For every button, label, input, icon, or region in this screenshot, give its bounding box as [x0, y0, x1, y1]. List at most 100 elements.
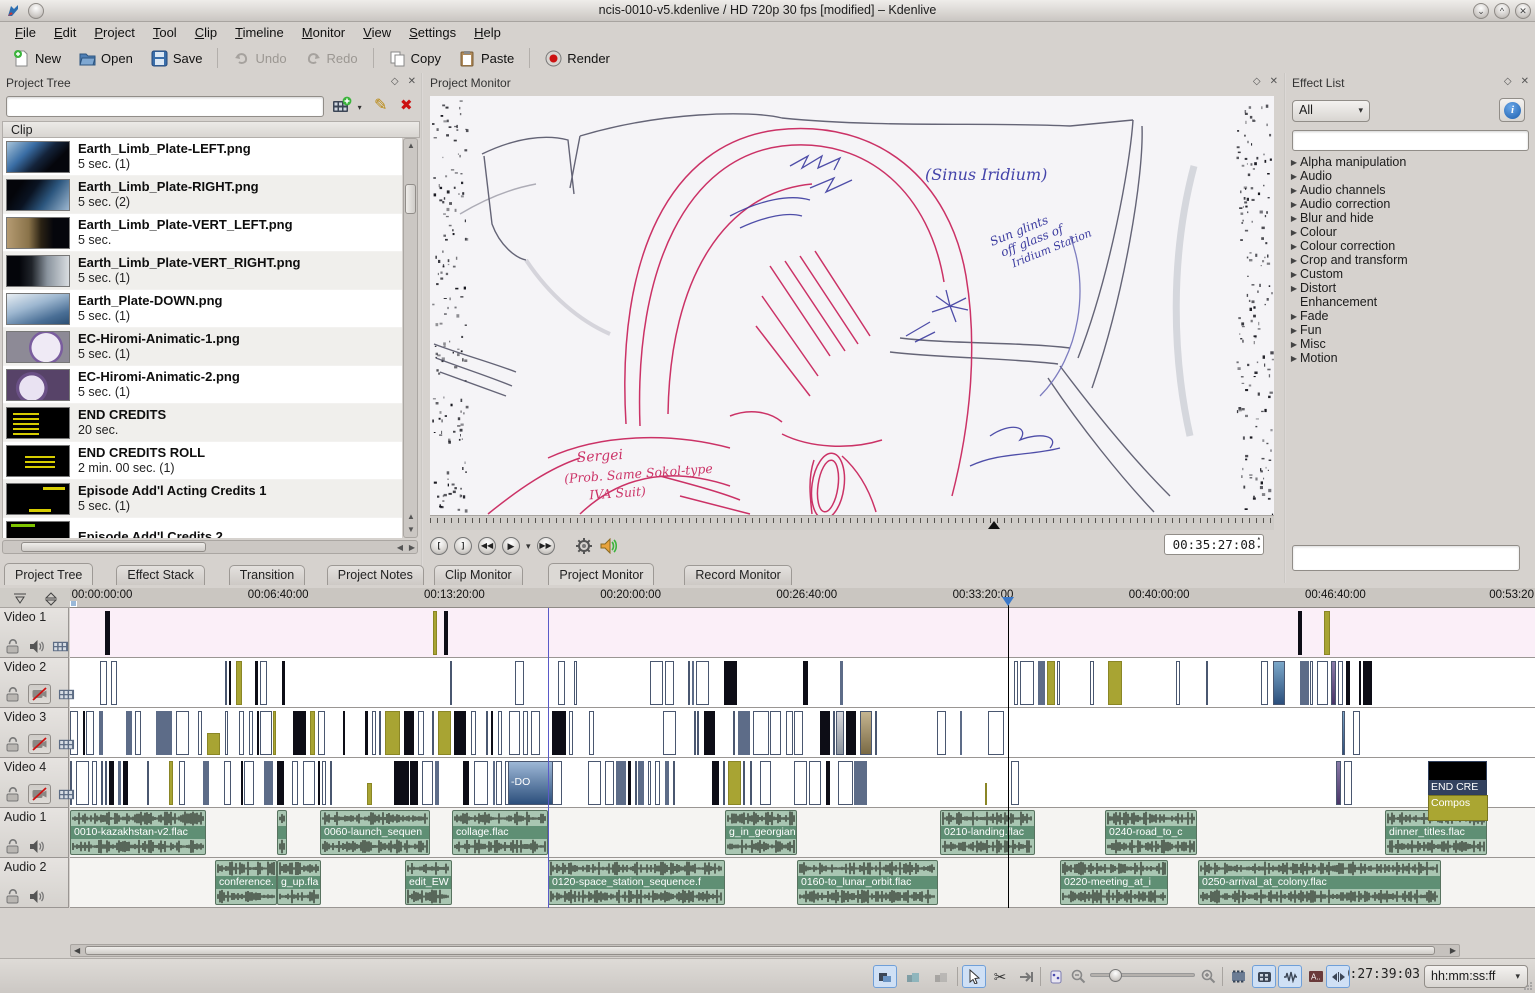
hide-video-button[interactable] — [28, 684, 51, 704]
track-audio-1[interactable]: 0010-kazakhstan-v2.flac0060-launch_seque… — [70, 808, 1535, 858]
effect-category-motion[interactable]: ▶Motion — [1288, 351, 1528, 365]
hscroll-handle[interactable] — [21, 542, 206, 552]
timeline-video-clip[interactable] — [1317, 661, 1328, 705]
timeline-video-clip[interactable] — [712, 761, 719, 805]
timeline-video-clip[interactable] — [282, 661, 285, 705]
timeline-audio-clip[interactable]: 0010-kazakhstan-v2.flac — [70, 810, 206, 855]
timeline-audio-clip[interactable]: conference. — [215, 860, 277, 905]
paste-button[interactable]: Paste — [452, 47, 521, 70]
expand-arrow-icon[interactable]: ▶ — [1288, 326, 1300, 335]
timeline-audio-clip[interactable]: collage.flac — [452, 810, 548, 855]
menu-edit[interactable]: Edit — [45, 23, 85, 42]
timeline-video-clip[interactable] — [743, 761, 745, 805]
list-item[interactable]: Earth_Limb_Plate-RIGHT.png5 sec. (2) — [3, 176, 402, 214]
timeline-video-clip[interactable] — [838, 761, 853, 805]
timeline-video-clip[interactable] — [854, 761, 867, 805]
timeline-audio-clip[interactable]: g_in_georgian — [725, 810, 797, 855]
timeline-video-clip[interactable] — [723, 761, 725, 805]
timeline-video-clip[interactable] — [1363, 661, 1372, 705]
timeline-video-clip[interactable] — [803, 661, 808, 705]
timeline-audio-clip[interactable]: 0250-arrival_at_colony.flac — [1198, 860, 1441, 905]
timeline-video-clip[interactable] — [833, 711, 835, 755]
effect-category-audio[interactable]: ▶Audio — [1288, 169, 1528, 183]
timeline-video-clip[interactable] — [463, 761, 469, 805]
rewind-button[interactable]: ◀◀ — [478, 537, 496, 555]
timeline-video-clip[interactable] — [225, 661, 227, 705]
timeline-video-clip[interactable] — [1338, 661, 1343, 705]
timeline-video-clip[interactable] — [663, 711, 676, 755]
expand-arrow-icon[interactable]: ▶ — [1288, 186, 1300, 195]
timeline-video-clip[interactable] — [786, 711, 793, 755]
effect-category-blur-and-hide[interactable]: ▶Blur and hide — [1288, 211, 1528, 225]
expand-arrow-icon[interactable]: ▶ — [1288, 354, 1300, 363]
track-header-video-3[interactable]: Video 3 — [0, 708, 69, 758]
scroll-right-icon[interactable]: ▶ — [409, 543, 415, 552]
lock-icon[interactable] — [4, 737, 21, 752]
timeline-video-clip[interactable] — [236, 661, 242, 705]
titlebar[interactable]: ncis-0010-v5.kdenlive / HD 720p 30 fps [… — [0, 0, 1535, 22]
timeline-video-clip[interactable] — [264, 761, 273, 805]
timeline-video-clip[interactable] — [493, 761, 495, 805]
menu-file[interactable]: File — [6, 23, 45, 42]
timeline-video-clip[interactable] — [293, 711, 306, 755]
timeline-video-clip[interactable] — [156, 711, 172, 755]
timeline-video-clip[interactable] — [860, 711, 872, 755]
timeline-video-clip[interactable] — [1324, 611, 1330, 655]
timeline-video-clip[interactable] — [198, 711, 202, 755]
zone-start-button[interactable]: [ — [430, 537, 448, 555]
timeline-video-clip[interactable] — [249, 711, 253, 755]
timeline-video-clip[interactable] — [169, 761, 173, 805]
thumbnails-icon[interactable] — [58, 787, 75, 802]
add-clip-button[interactable]: ▾ — [332, 96, 366, 117]
list-item[interactable]: EC-Hiromi-Animatic-2.png5 sec. (1) — [3, 366, 402, 404]
timeline-video-clip[interactable] — [1310, 661, 1313, 705]
effect-category-misc[interactable]: ▶Misc — [1288, 337, 1528, 351]
expand-arrow-icon[interactable]: ▶ — [1288, 158, 1300, 167]
timeline-video-clip[interactable] — [438, 711, 451, 755]
vscroll-handle[interactable] — [405, 184, 416, 214]
timeline-video-clip[interactable] — [147, 761, 149, 805]
timeline-video-clip[interactable] — [1014, 661, 1018, 705]
timeline-video-clip[interactable] — [988, 711, 1004, 755]
list-item[interactable]: EC-Hiromi-Animatic-1.png5 sec. (1) — [3, 328, 402, 366]
thumbnails-icon[interactable] — [52, 639, 69, 654]
overwrite-edit-mode-button[interactable] — [901, 965, 925, 988]
monitor-seek-ruler[interactable] — [430, 515, 1274, 530]
timeline-audio-clip[interactable]: g_up.fla — [277, 860, 321, 905]
timeline-video-clip[interactable] — [83, 711, 85, 755]
list-item[interactable]: Episode Add'l Credits 2 — [3, 518, 402, 538]
selection-tool-button[interactable] — [962, 965, 986, 988]
timeline-video-clip[interactable] — [372, 711, 376, 755]
copy-button[interactable]: Copy — [382, 47, 448, 70]
effect-category-fade[interactable]: ▶Fade — [1288, 309, 1528, 323]
timeline-video-clip[interactable] — [99, 711, 103, 755]
timeline-video-clip[interactable] — [509, 711, 520, 755]
timeline-video-clip[interactable] — [203, 761, 209, 805]
timeline-video-clip[interactable] — [471, 711, 476, 755]
track-video-1[interactable] — [70, 608, 1535, 658]
timeline-video-clip[interactable] — [1108, 661, 1122, 705]
show-audio-thumbnails-button[interactable] — [1278, 965, 1302, 988]
video-hidden-icon[interactable] — [31, 787, 48, 801]
timeline-video-clip[interactable] — [118, 761, 121, 805]
timeline-video-clip[interactable] — [379, 711, 381, 755]
timeline-video-clip[interactable] — [1057, 661, 1060, 705]
timeline-video-clip[interactable] — [224, 761, 231, 805]
timeline-video-clip[interactable] — [310, 711, 315, 755]
timeline-video-clip[interactable] — [875, 711, 877, 755]
timeline-video-clip[interactable] — [404, 711, 414, 755]
close-button[interactable]: ✕ — [1515, 3, 1531, 19]
expand-arrow-icon[interactable]: ▶ — [1288, 228, 1300, 237]
timeline-video-clip[interactable] — [1353, 711, 1360, 755]
lock-icon[interactable] — [4, 839, 21, 854]
timeline-audio-clip[interactable]: 0240-road_to_c — [1105, 810, 1197, 855]
timeline-audio-clip[interactable]: 0120-space_station_sequence.f — [548, 860, 725, 905]
timeline-video-clip[interactable] — [515, 661, 524, 705]
timeline-video-clip[interactable] — [558, 661, 565, 705]
timeline-video-clip[interactable] — [123, 761, 128, 805]
spacer-tool-button[interactable] — [1014, 965, 1038, 988]
razor-tool-button[interactable]: ✂ — [988, 965, 1012, 988]
timeline-video-clip[interactable] — [665, 661, 674, 705]
menu-view[interactable]: View — [354, 23, 400, 42]
tab-clip-monitor[interactable]: Clip Monitor — [434, 565, 523, 585]
